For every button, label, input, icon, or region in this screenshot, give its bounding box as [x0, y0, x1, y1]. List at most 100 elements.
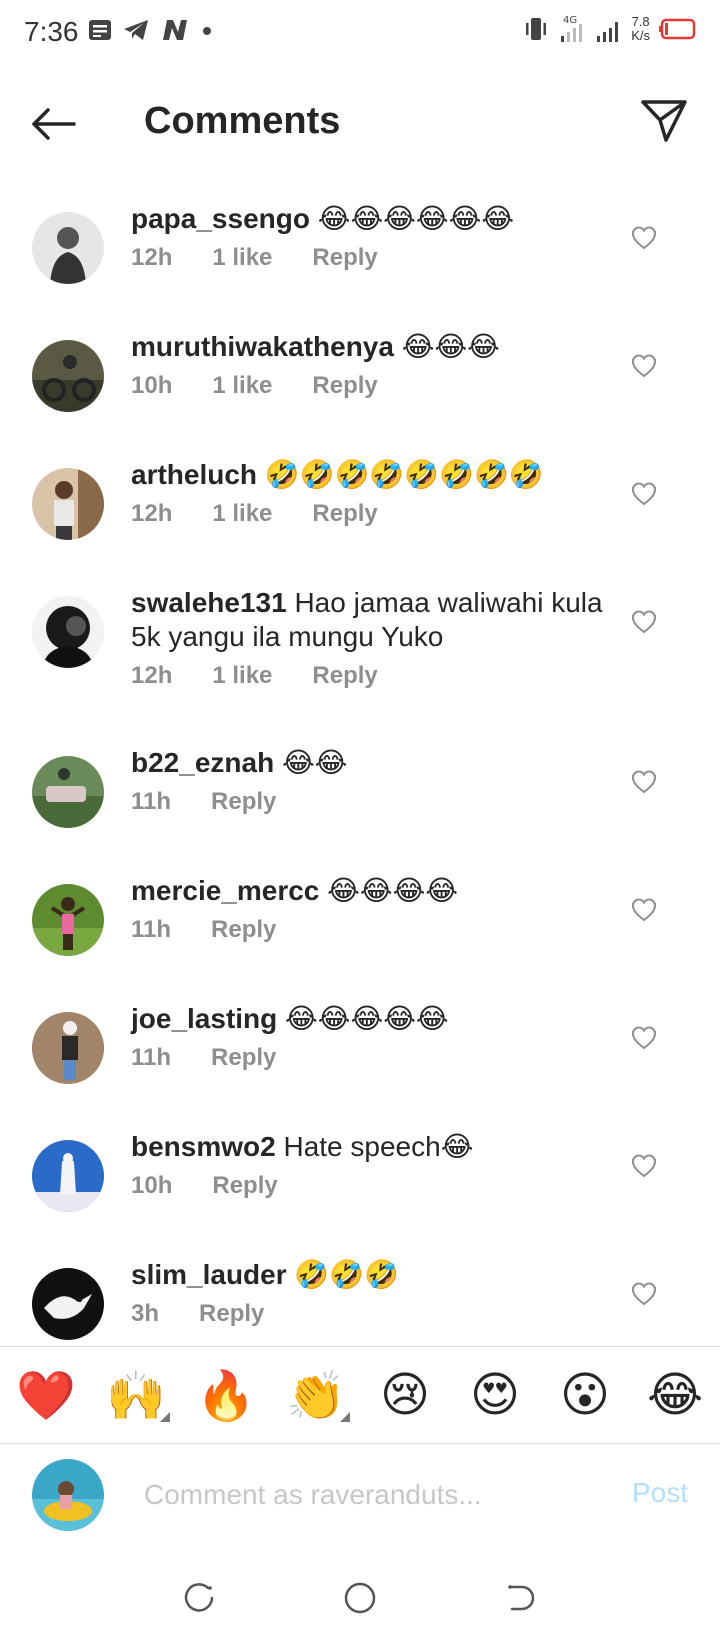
emoji-fire[interactable]: 🔥 — [196, 1367, 256, 1424]
comment-username[interactable]: artheluch — [131, 459, 257, 490]
notification-icons — [88, 18, 214, 42]
comment-body: bensmwo2 Hate speech😂 10h Reply — [131, 1130, 611, 1200]
heart-icon[interactable] — [630, 352, 658, 380]
comment-username[interactable]: papa_ssengo — [131, 203, 310, 234]
avatar[interactable] — [32, 884, 104, 956]
signal-4g-icon: 4G — [561, 15, 583, 42]
emoji-raised-hands[interactable]: 🙌 — [106, 1367, 170, 1424]
emoji-raised-hands-glyph: 🙌 — [106, 1367, 166, 1424]
comment-likes[interactable]: 1 like — [212, 244, 272, 272]
system-nav-bar — [0, 1555, 720, 1640]
comment-meta: 3h Reply — [131, 1300, 611, 1328]
comment-meta: 11h Reply — [131, 788, 611, 816]
network-speed: 7.8 K/s — [631, 15, 650, 43]
avatar[interactable] — [32, 212, 104, 284]
comment-meta: 10h Reply — [131, 1172, 611, 1200]
page-title: Comments — [144, 100, 341, 142]
reply-button[interactable]: Reply — [312, 500, 377, 528]
comment-body: papa_ssengo 😂😂😂😂😂😂 12h 1 like Reply — [131, 202, 611, 272]
comment-text: bensmwo2 Hate speech😂 — [131, 1130, 611, 1164]
comment-username[interactable]: slim_lauder — [131, 1259, 287, 1290]
reply-button[interactable]: Reply — [211, 1044, 276, 1072]
comment-input[interactable] — [144, 1473, 584, 1517]
emoji-surprised[interactable]: 😮 — [556, 1367, 614, 1423]
reply-button[interactable]: Reply — [212, 1172, 277, 1200]
status-bar: 7:36 4G 7.8 K/s — [0, 0, 720, 66]
share-button[interactable] — [636, 92, 692, 148]
back-arrow-icon — [32, 108, 76, 140]
comment-username[interactable]: b22_eznah — [131, 747, 274, 778]
comment-time: 11h — [131, 1044, 172, 1071]
status-time: 7:36 — [24, 16, 79, 47]
reply-button[interactable]: Reply — [312, 372, 377, 400]
comment-time: 11h — [131, 916, 172, 943]
comment-time: 11h — [131, 788, 172, 815]
back-button[interactable] — [28, 98, 80, 150]
comment-text: papa_ssengo 😂😂😂😂😂😂 — [131, 202, 611, 236]
home-icon[interactable] — [342, 1580, 378, 1616]
heart-icon[interactable] — [630, 1152, 658, 1180]
emoji-clap[interactable]: 👏 — [286, 1367, 350, 1424]
speed-unit: K/s — [631, 28, 650, 43]
comment-time: 3h — [131, 1300, 160, 1327]
emoji-heart[interactable]: ❤️ — [16, 1367, 76, 1424]
comment-body: mercie_mercc 😂😂😂😂 11h Reply — [131, 874, 611, 944]
comment-text: joe_lasting 😂😂😂😂😂 — [131, 1002, 611, 1036]
reply-button[interactable]: Reply — [199, 1300, 264, 1328]
reply-button[interactable]: Reply — [312, 244, 377, 272]
avatar[interactable] — [32, 1012, 104, 1084]
post-button[interactable]: Post — [632, 1477, 688, 1509]
reply-button[interactable]: Reply — [211, 916, 276, 944]
app-n-icon — [163, 20, 187, 40]
skin-tone-indicator-icon — [160, 1411, 170, 1422]
avatar[interactable] — [32, 1140, 104, 1212]
message-icon — [89, 20, 111, 40]
comment-likes[interactable]: 1 like — [212, 372, 272, 400]
reply-button[interactable]: Reply — [312, 662, 377, 690]
comment-content: Hate speech😂 — [283, 1131, 474, 1162]
heart-icon[interactable] — [630, 480, 658, 508]
avatar[interactable] — [32, 468, 104, 540]
comment-body: joe_lasting 😂😂😂😂😂 11h Reply — [131, 1002, 611, 1072]
comment-time: 12h — [131, 244, 173, 271]
comment-text: artheluch 🤣🤣🤣🤣🤣🤣🤣🤣 — [131, 458, 611, 492]
heart-icon[interactable] — [630, 768, 658, 796]
comments-list: papa_ssengo 😂😂😂😂😂😂 12h 1 like Reply muruth… — [0, 180, 720, 1346]
heart-icon[interactable] — [630, 1280, 658, 1308]
comment-username[interactable]: swalehe131 — [131, 587, 287, 618]
emoji-heart-eyes[interactable]: 😍 — [466, 1367, 524, 1423]
heart-icon[interactable] — [630, 1024, 658, 1052]
comment-username[interactable]: bensmwo2 — [131, 1131, 276, 1162]
heart-icon[interactable] — [630, 608, 658, 636]
comment-username[interactable]: joe_lasting — [131, 1003, 277, 1034]
status-right: 4G 7.8 K/s — [523, 14, 698, 44]
signal-icon — [597, 22, 619, 42]
comment-text: muruthiwakathenya 😂😂😂 — [131, 330, 611, 364]
own-avatar — [32, 1459, 104, 1531]
heart-icon[interactable] — [630, 224, 658, 252]
reply-button[interactable]: Reply — [211, 788, 276, 816]
comment-body: swalehe131 Hao jamaa waliwahi kula 5k ya… — [131, 586, 611, 690]
avatar[interactable] — [32, 596, 104, 668]
comment-meta: 11h Reply — [131, 1044, 611, 1072]
comment-content: 🤣🤣🤣🤣🤣🤣🤣🤣 — [264, 459, 544, 490]
comment-username[interactable]: muruthiwakathenya — [131, 331, 394, 362]
comment-likes[interactable]: 1 like — [212, 500, 272, 528]
heart-icon[interactable] — [630, 896, 658, 924]
back-nav-icon[interactable] — [502, 1580, 538, 1616]
avatar[interactable] — [32, 756, 104, 828]
avatar[interactable] — [32, 340, 104, 412]
comment-content: 😂😂😂😂 — [327, 875, 459, 906]
comment-meta: 12h 1 like Reply — [131, 662, 611, 690]
comment-time: 12h — [131, 662, 173, 689]
comment-time: 12h — [131, 500, 173, 527]
recent-apps-icon[interactable] — [182, 1580, 218, 1616]
emoji-crying[interactable]: 😢 — [376, 1367, 434, 1423]
emoji-laughing[interactable]: 😂 — [646, 1367, 704, 1423]
avatar[interactable] — [32, 1268, 104, 1340]
comment-username[interactable]: mercie_mercc — [131, 875, 319, 906]
comment-meta: 12h 1 like Reply — [131, 244, 611, 272]
vibrate-icon — [526, 18, 547, 40]
emoji-quick-bar: ❤️ 🙌 🔥 👏 😢 😍 😮 😂 — [0, 1346, 720, 1444]
comment-likes[interactable]: 1 like — [212, 662, 272, 690]
